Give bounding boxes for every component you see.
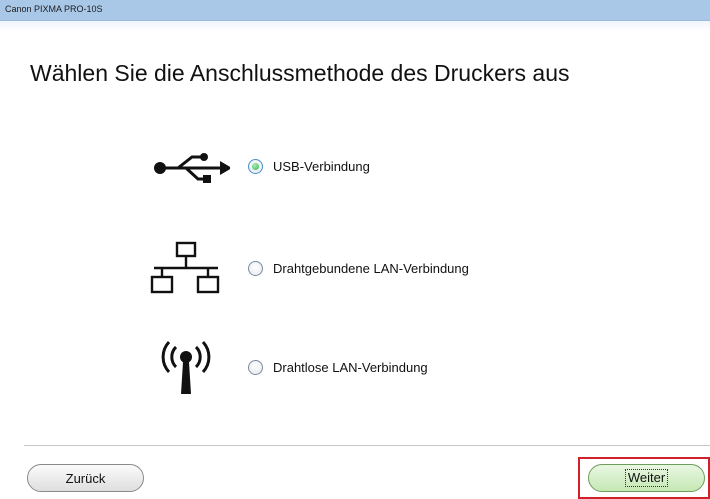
wired-lan-label: Drahtgebundene LAN-Verbindung [273,261,469,276]
window-title: Canon PIXMA PRO-10S [5,4,103,14]
wireless-lan-icon [161,340,211,394]
title-bar-shade [0,21,710,31]
wired-lan-radio[interactable] [248,261,263,276]
back-button-label: Zurück [65,470,106,486]
option-wireless-lan[interactable]: Drahtlose LAN-Verbindung [140,338,700,398]
next-button[interactable]: Weiter [588,464,705,492]
title-bar: Canon PIXMA PRO-10S [0,0,710,21]
option-wired-lan[interactable]: Drahtgebundene LAN-Verbindung [140,239,700,299]
usb-label: USB-Verbindung [273,159,370,174]
option-usb[interactable]: USB-Verbindung [140,137,700,197]
wireless-lan-radio[interactable] [248,360,263,375]
wireless-lan-label: Drahtlose LAN-Verbindung [273,360,428,375]
usb-icon [154,153,230,183]
footer-divider [24,445,710,446]
wired-lan-icon [150,241,220,294]
usb-radio[interactable] [248,159,263,174]
page-title: Wählen Sie die Anschlussmethode des Druc… [30,60,570,86]
next-button-label: Weiter [624,469,669,487]
back-button[interactable]: Zurück [27,464,144,492]
